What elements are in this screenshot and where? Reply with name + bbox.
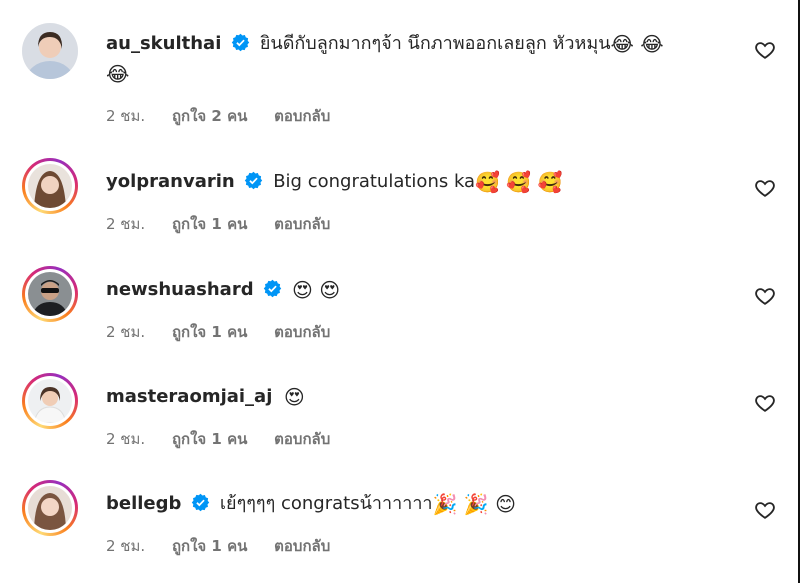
reply-button[interactable]: ตอบกลับ [274,323,330,341]
reply-button[interactable]: ตอบกลับ [274,430,330,448]
username[interactable]: newshuashard [106,279,254,300]
comment-meta: 2 ชม. ถูกใจ 1 คน ตอบกลับ [106,212,352,236]
verified-badge-icon [191,493,210,512]
timestamp[interactable]: 2 ชม. [106,215,145,233]
like-count[interactable]: ถูกใจ 1 คน [172,215,247,233]
timestamp[interactable]: 2 ชม. [106,537,145,555]
emoji: 😂 😂 [610,32,664,56]
timestamp[interactable]: 2 ชม. [106,430,145,448]
avatar-photo [22,23,78,79]
avatar[interactable] [22,23,78,79]
comment-text: bellegb เย้ๆๆๆๆ congratsน้าาาาาา🎉 🎉 😊 [106,488,516,520]
verified-badge-icon [264,279,282,298]
avatar[interactable] [22,480,78,536]
reply-button[interactable]: ตอบกลับ [274,107,330,125]
comment-item: yolpranvarin Big congratulations ka🥰 🥰 🥰… [0,150,798,250]
comment-body: Big congratulations ka [273,171,476,192]
avatar-photo [28,272,72,316]
comment-text: newshuashard 😍 😍 [106,274,340,306]
username[interactable]: bellegb [106,493,181,514]
heart-icon[interactable] [754,499,776,521]
comment-item: au_skulthai ยินดีกับลูกมากๆจ้า นึกภาพออก… [0,0,798,140]
avatar[interactable] [22,158,78,214]
verified-badge-icon [231,33,250,52]
comment-text-line2: 😂 [106,58,129,90]
like-count[interactable]: ถูกใจ 1 คน [172,430,247,448]
reply-button[interactable]: ตอบกลับ [274,537,330,555]
heart-icon[interactable] [754,285,776,307]
verified-badge-icon [245,171,263,190]
comment-text: yolpranvarin Big congratulations ka🥰 🥰 🥰 [106,166,563,198]
timestamp[interactable]: 2 ชม. [106,323,145,341]
comment-meta: 2 ชม. ถูกใจ 1 คน ตอบกลับ [106,427,352,451]
comment-body: เย้ๆๆๆๆ congratsน้าาาาาา [219,493,433,514]
comment-meta: 2 ชม. ถูกใจ 1 คน ตอบกลับ [106,320,352,344]
heart-icon[interactable] [754,177,776,199]
avatar[interactable] [22,373,78,429]
comment-item: bellegb เย้ๆๆๆๆ congratsน้าาาาาา🎉 🎉 😊 2 … [0,472,798,577]
comment-body: ยินดีกับลูกมากๆจ้า นึกภาพออกเลยลูก หัวหม… [259,33,611,54]
emoji: 😍 😍 [292,278,341,302]
avatar-photo [28,164,72,208]
comment-item: newshuashard 😍 😍 2 ชม. ถูกใจ 1 คน ตอบกลั… [0,258,798,358]
comment-meta: 2 ชม. ถูกใจ 2 คน ตอบกลับ [106,104,352,128]
avatar-photo [28,486,72,530]
emoji: 🎉 🎉 😊 [432,492,516,516]
like-count[interactable]: ถูกใจ 1 คน [172,537,247,555]
like-count[interactable]: ถูกใจ 1 คน [172,323,247,341]
comment-text: au_skulthai ยินดีกับลูกมากๆจ้า นึกภาพออก… [106,28,664,60]
username[interactable]: au_skulthai [106,33,221,54]
like-count[interactable]: ถูกใจ 2 คน [172,107,247,125]
emoji: 🥰 🥰 🥰 [475,170,563,194]
comment-item: masteraomjai_aj 😍 2 ชม. ถูกใจ 1 คน ตอบกล… [0,365,798,465]
heart-icon[interactable] [754,392,776,414]
emoji: 😍 [283,385,305,409]
comment-text: masteraomjai_aj 😍 [106,381,305,413]
avatar[interactable] [22,266,78,322]
reply-button[interactable]: ตอบกลับ [274,215,330,233]
timestamp[interactable]: 2 ชม. [106,107,145,125]
comment-meta: 2 ชม. ถูกใจ 1 คน ตอบกลับ [106,534,352,558]
emoji: 😂 [106,62,130,86]
avatar-photo [28,379,72,423]
username[interactable]: yolpranvarin [106,171,235,192]
username[interactable]: masteraomjai_aj [106,386,272,407]
heart-icon[interactable] [754,39,776,61]
